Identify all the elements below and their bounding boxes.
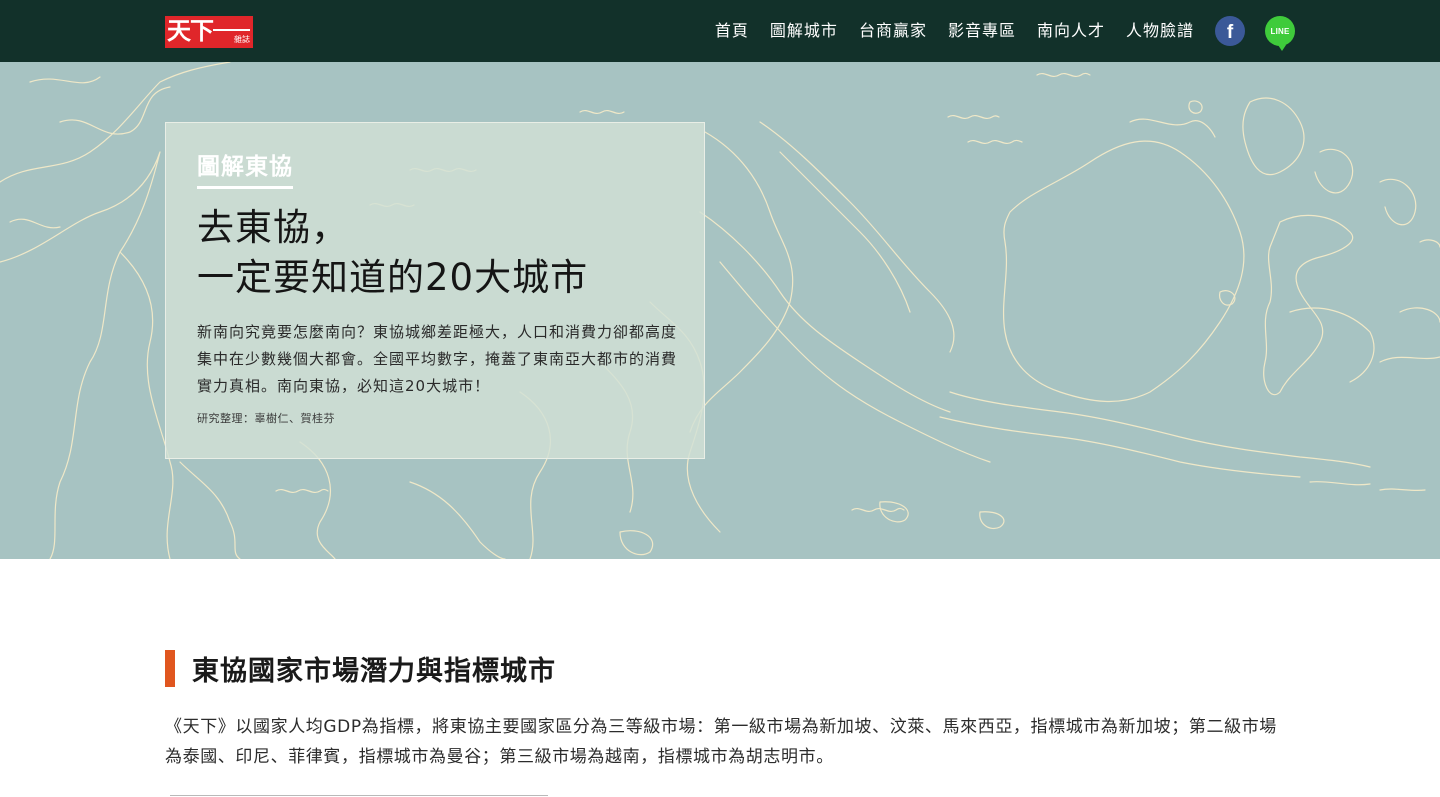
section-title: 東協國家市場潛力與指標城市 <box>192 655 556 687</box>
nav-item-taiwanese-business[interactable]: 台商贏家 <box>859 0 927 62</box>
nav-item-video[interactable]: 影音專區 <box>948 0 1016 62</box>
line-icon: LINE <box>1270 26 1290 36</box>
main-nav: 首頁 圖解城市 台商贏家 影音專區 南向人才 人物臉譜 f LINE <box>715 0 1295 62</box>
hero-title: 去東協， 一定要知道的20大城市 <box>197 203 588 303</box>
facebook-icon: f <box>1226 21 1234 43</box>
hero-kicker: 圖解東協 <box>197 151 293 189</box>
hero-credit: 研究整理：辜樹仁、賀桂芬 <box>197 412 335 425</box>
facebook-share-button[interactable]: f <box>1215 16 1245 46</box>
logo-subtext: 雜誌 <box>234 35 250 44</box>
top-navigation-bar: 天下 雜誌 首頁 圖解城市 台商贏家 影音專區 南向人才 人物臉譜 f LINE <box>0 0 1440 62</box>
hero-intro-card: 圖解東協 去東協， 一定要知道的20大城市 新南向究竟要怎麼南向？東協城鄉差距極… <box>165 122 705 459</box>
nav-item-city-graphics[interactable]: 圖解城市 <box>770 0 838 62</box>
hero-description: 新南向究竟要怎麼南向？東協城鄉差距極大，人口和消費力卻都高度集中在少數幾個大都會… <box>197 323 678 395</box>
nav-item-profiles[interactable]: 人物臉譜 <box>1126 0 1194 62</box>
nav-item-home[interactable]: 首頁 <box>715 0 749 62</box>
hero-title-line2: 一定要知道的20大城市 <box>197 256 589 299</box>
section-accent-bar <box>165 649 175 687</box>
site-logo[interactable]: 天下 雜誌 <box>165 16 253 48</box>
content-divider <box>170 795 548 796</box>
nav-item-talent[interactable]: 南向人才 <box>1037 0 1105 62</box>
section-body-text: 《天下》以國家人均GDP為指標，將東協主要國家區分為三等級市場：第一級市場為新加… <box>165 717 1277 767</box>
line-share-button[interactable]: LINE <box>1265 16 1295 51</box>
hero-title-line1: 去東協， <box>197 206 349 249</box>
hero-banner: 圖解東協 去東協， 一定要知道的20大城市 新南向究竟要怎麼南向？東協城鄉差距極… <box>0 62 1440 559</box>
section-heading: 東協國家市場潛力與指標城市 <box>165 649 556 687</box>
logo-text: 天下 <box>167 16 214 45</box>
logo-rule <box>213 29 250 31</box>
